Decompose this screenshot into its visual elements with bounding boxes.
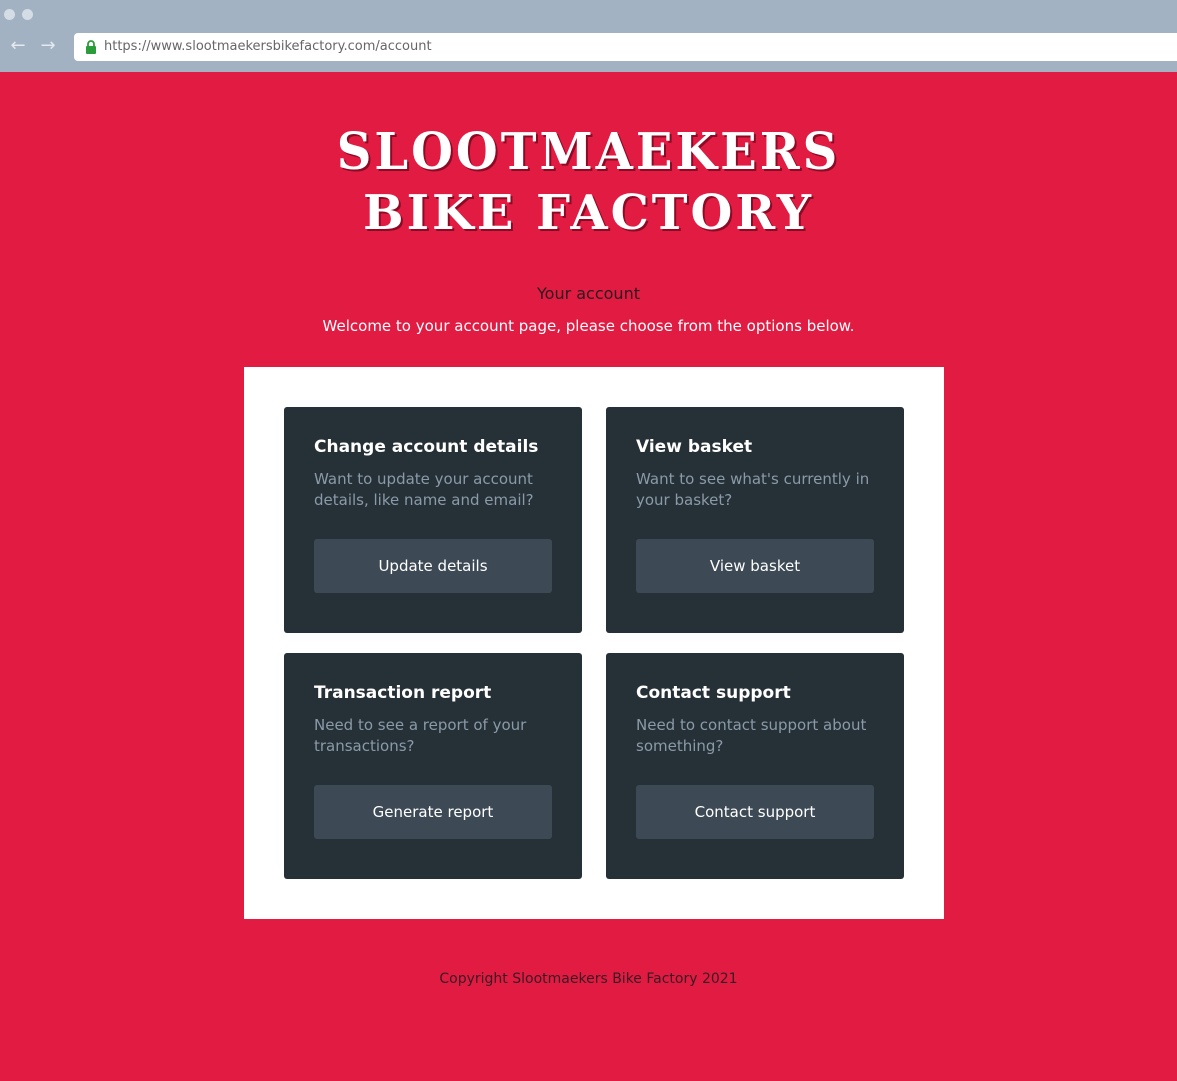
card-view-basket: View basket Want to see what's currently… <box>606 407 904 633</box>
card-description: Want to update your account details, lik… <box>314 470 534 509</box>
page-title: Your account <box>537 284 640 303</box>
update-details-button[interactable]: Update details <box>314 539 552 593</box>
card-transaction-report: Transaction report Need to see a report … <box>284 653 582 879</box>
forward-arrow-icon[interactable]: → <box>38 36 58 56</box>
url-text: https://www.slootmaekersbikefactory.com/… <box>104 39 432 54</box>
logo-line-1[interactable]: SLOOTMAEKERS <box>0 123 1177 182</box>
account-page: SLOOTMAEKERS BIKE FACTORY Your account W… <box>0 72 1177 1081</box>
card-description: Want to see what's currently in your bas… <box>636 470 870 509</box>
card-title: Change account details <box>314 437 539 457</box>
welcome-text: Welcome to your account page, please cho… <box>322 317 855 335</box>
card-description: Need to see a report of your transaction… <box>314 716 527 755</box>
card-title: Contact support <box>636 683 791 703</box>
footer-copyright: Copyright Slootmaekers Bike Factory 2021 <box>439 971 738 987</box>
window-dot-minimize[interactable] <box>22 9 33 20</box>
generate-report-button[interactable]: Generate report <box>314 785 552 839</box>
address-bar[interactable]: https://www.slootmaekersbikefactory.com/… <box>74 33 1177 61</box>
browser-chrome: ← → https://www.slootmaekersbikefactory.… <box>0 0 1177 72</box>
view-basket-button[interactable]: View basket <box>636 539 874 593</box>
window-dot-close[interactable] <box>4 9 15 20</box>
contact-support-button[interactable]: Contact support <box>636 785 874 839</box>
card-title: Transaction report <box>314 683 492 703</box>
card-description: Need to contact support about something? <box>636 716 867 755</box>
back-arrow-icon[interactable]: ← <box>8 36 28 56</box>
card-change-account-details: Change account details Want to update yo… <box>284 407 582 633</box>
card-title: View basket <box>636 437 753 457</box>
options-panel: Change account details Want to update yo… <box>244 367 944 919</box>
card-contact-support: Contact support Need to contact support … <box>606 653 904 879</box>
logo-line-2[interactable]: BIKE FACTORY <box>0 185 1177 241</box>
lock-icon <box>86 40 96 54</box>
